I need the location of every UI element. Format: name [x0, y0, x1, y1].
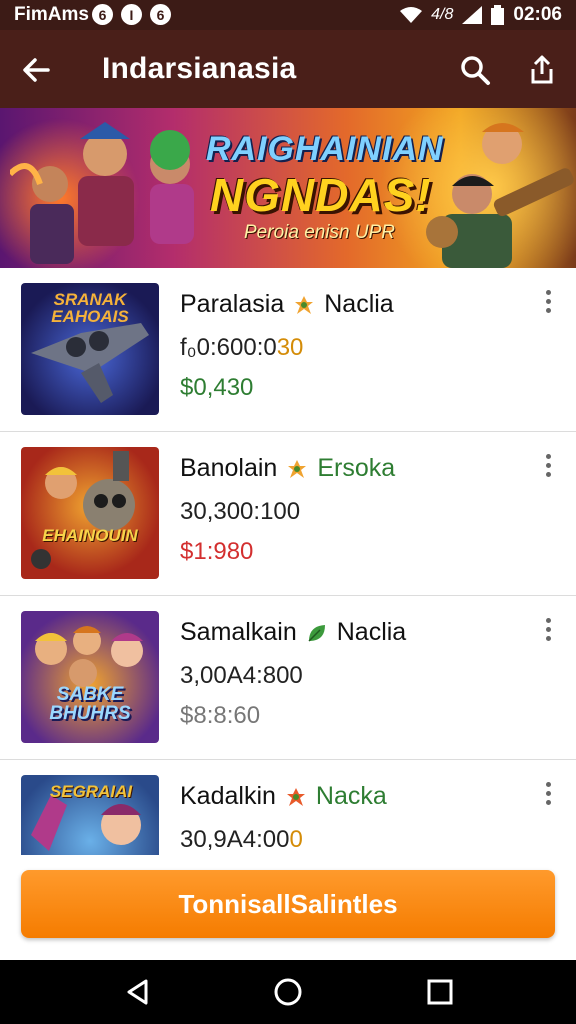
battery-icon	[491, 5, 505, 25]
more-options-icon[interactable]	[538, 454, 558, 484]
item-title: Samalkain	[180, 618, 297, 646]
arrow-left-icon[interactable]	[18, 52, 54, 88]
signal-label: 4/8	[431, 6, 454, 23]
item-title: Kadalkin	[180, 782, 276, 810]
notification-icon: I	[121, 4, 142, 25]
item-stat: 30,9A4:000	[180, 826, 303, 854]
notification-icon: 6	[150, 4, 171, 25]
item-tag: Naclia	[324, 290, 394, 318]
signal-icon	[462, 6, 483, 24]
item-price: $1:980	[180, 538, 254, 565]
list-item[interactable]: SABKE BHUHRS Samalkain Naclia 3,00A4:800…	[0, 596, 576, 760]
item-tag: Nacka	[315, 782, 387, 810]
more-options-icon[interactable]	[538, 782, 558, 812]
item-stat: 30,300:100	[180, 498, 300, 526]
character-robot-illustration	[31, 451, 135, 569]
share-icon[interactable]	[524, 52, 560, 88]
square-recents-icon[interactable]	[424, 976, 456, 1008]
stat-highlight: 0	[289, 826, 303, 853]
stat-highlight: 30	[276, 334, 304, 361]
leaf-icon	[295, 295, 314, 314]
clock: 02:06	[513, 4, 562, 25]
app-bar: Indarsianasia	[0, 30, 576, 108]
banner-subtitle: Peroia enisn UPR	[244, 222, 396, 243]
leaf-icon	[288, 459, 307, 478]
item-price: $0,430	[180, 374, 254, 401]
more-options-icon[interactable]	[538, 618, 558, 648]
stat-value: 3,00A4:800	[180, 662, 303, 689]
leaf-icon	[308, 624, 325, 642]
stat-value: 30,300:100	[180, 498, 301, 525]
primary-action-button[interactable]: TonnisallSalintles	[21, 870, 555, 938]
banner-headline-large: NGNDAS!	[210, 169, 432, 221]
list-item[interactable]: EHAINOUIN Banolain Ersoka 30,300:100 $1:…	[0, 432, 576, 596]
item-tag: Ersoka	[317, 454, 396, 482]
game-thumbnail: SABKE BHUHRS	[21, 611, 159, 743]
stat-value: f₀0:600:0	[180, 334, 277, 361]
system-nav-bar	[0, 960, 576, 1024]
banner-headline: RAIGHAINIAN	[206, 130, 444, 168]
notification-icons: 6 I 6	[92, 4, 171, 25]
thumbnail-title: SEGRAIAI	[49, 782, 133, 801]
item-title: Paralasia	[180, 290, 285, 318]
promo-banner[interactable]: RAIGHAINIAN NGNDAS! Peroia enisn UPR	[0, 108, 576, 268]
thumbnail-title: EHAINOUIN	[42, 526, 138, 545]
page-title: Indarsianasia	[102, 52, 297, 85]
triangle-back-icon[interactable]	[122, 976, 154, 1008]
notification-icon: 6	[92, 4, 113, 25]
thumbnail-title: SRANAK EAHOAIS	[51, 290, 129, 326]
item-tag: Naclia	[336, 618, 407, 646]
stat-value: 30,9A4:00	[180, 826, 290, 853]
game-list: SRANAK EAHOAIS Paralasia Naclia f₀0:600:…	[0, 268, 576, 924]
status-bar: FimAms 6 I 6 4/8 02:06	[0, 0, 576, 30]
leaf-icon	[286, 787, 305, 806]
item-stat: 3,00A4:800	[180, 662, 303, 690]
item-stat: f₀0:600:030	[180, 334, 303, 362]
item-title: Banolain	[180, 454, 278, 482]
search-icon[interactable]	[457, 52, 493, 88]
item-price: $8:8:60	[180, 702, 261, 729]
hero-characters-left-illustration	[10, 122, 194, 264]
thumbnail-title: SABKE BHUHRS	[49, 684, 131, 724]
game-thumbnail: EHAINOUIN	[21, 447, 159, 579]
wifi-icon	[400, 7, 423, 23]
game-thumbnail: SRANAK EAHOAIS	[21, 283, 159, 415]
list-item[interactable]: SRANAK EAHOAIS Paralasia Naclia f₀0:600:…	[0, 268, 576, 432]
more-options-icon[interactable]	[538, 290, 558, 320]
carrier-label: FimAms	[14, 4, 89, 25]
circle-home-icon[interactable]	[272, 976, 304, 1008]
